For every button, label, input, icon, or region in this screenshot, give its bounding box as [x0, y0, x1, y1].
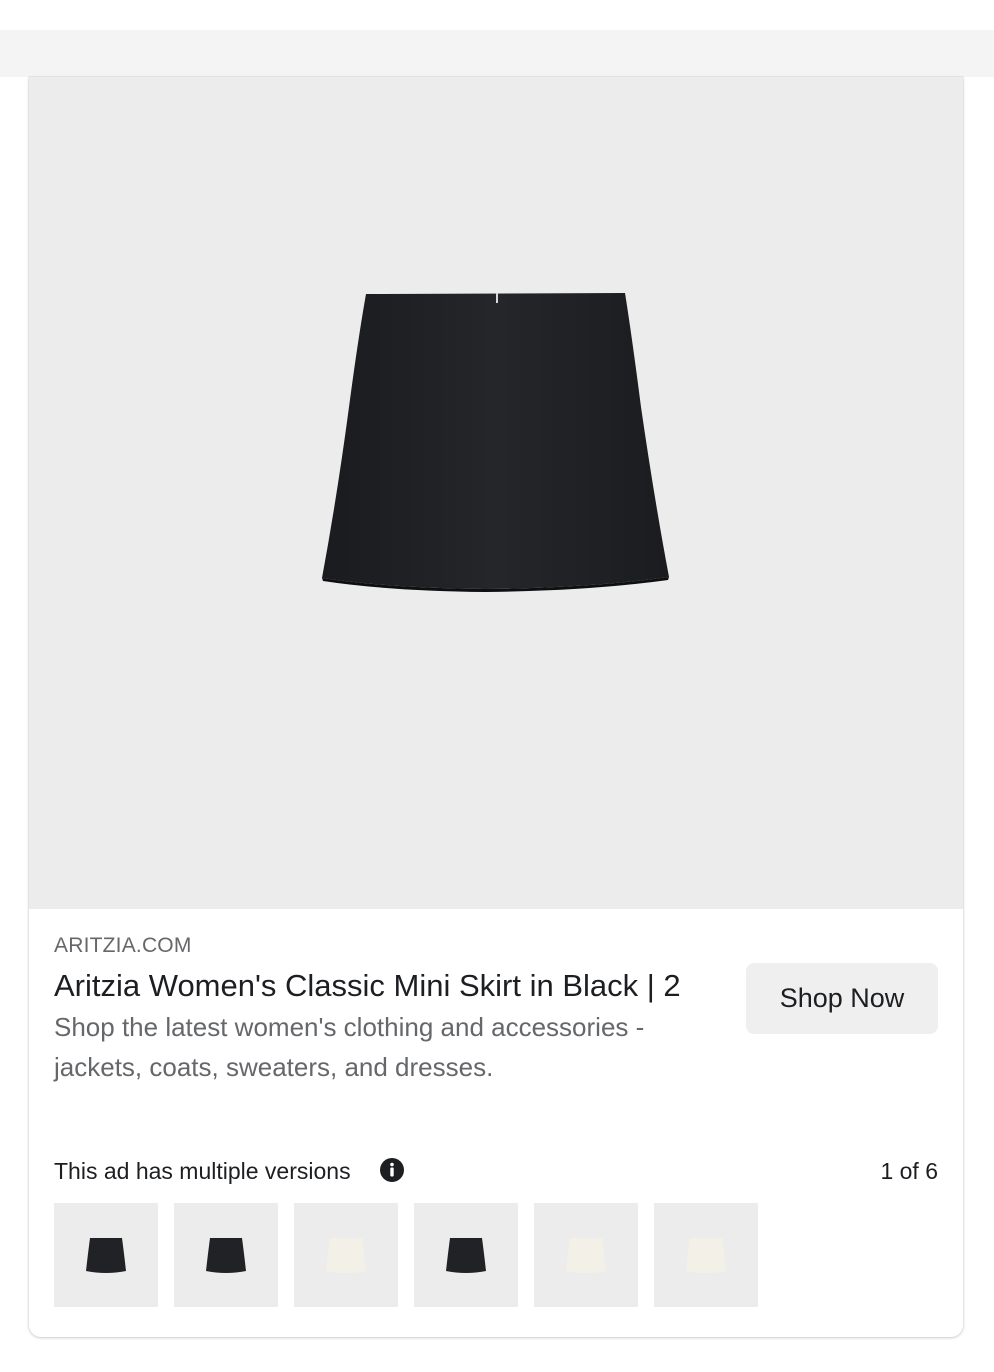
version-thumbnail[interactable]: [174, 1203, 278, 1307]
versions-row: This ad has multiple versions 1 of 6: [54, 1155, 938, 1187]
version-thumbnail[interactable]: [534, 1203, 638, 1307]
cream-skirt-thumbnail-image: [686, 1238, 726, 1273]
ad-description: Shop the latest women's clothing and acc…: [54, 1012, 645, 1082]
ad-card: ARITZIA.COM Aritzia Women's Classic Mini…: [29, 77, 963, 1337]
version-thumbnail[interactable]: [294, 1203, 398, 1307]
skirt-shape: [686, 1238, 726, 1273]
black-skirt-thumbnail-image: [86, 1238, 126, 1273]
shop-now-button[interactable]: Shop Now: [746, 963, 938, 1034]
version-thumbnail[interactable]: [54, 1203, 158, 1307]
version-thumbnail[interactable]: [654, 1203, 758, 1307]
ad-hero-image[interactable]: [29, 77, 963, 909]
page: ARITZIA.COM Aritzia Women's Classic Mini…: [0, 0, 994, 1372]
skirt-shape: [566, 1238, 606, 1273]
version-counter: 1 of 6: [880, 1158, 938, 1184]
info-icon[interactable]: [379, 1157, 405, 1183]
skirt-shape: [446, 1238, 486, 1273]
cream-skirt-thumbnail-image: [566, 1238, 606, 1273]
skirt-shape: [206, 1238, 246, 1273]
ad-domain[interactable]: ARITZIA.COM: [54, 933, 714, 959]
black-mini-skirt-image: [322, 293, 669, 592]
ad-title[interactable]: Aritzia Women's Classic Mini Skirt in Bl…: [54, 967, 714, 1005]
black-skirt-thumbnail-image: [206, 1238, 246, 1273]
skirt-shape: [86, 1238, 126, 1273]
skirt-shape: [326, 1238, 366, 1273]
versions-label: This ad has multiple versions: [54, 1158, 351, 1184]
top-bar: [0, 30, 994, 77]
black-skirt-thumbnail-image: [446, 1238, 486, 1273]
version-thumbnail[interactable]: [414, 1203, 518, 1307]
cream-skirt-thumbnail-image: [326, 1238, 366, 1273]
ad-info: ARITZIA.COM Aritzia Women's Classic Mini…: [54, 933, 714, 1087]
